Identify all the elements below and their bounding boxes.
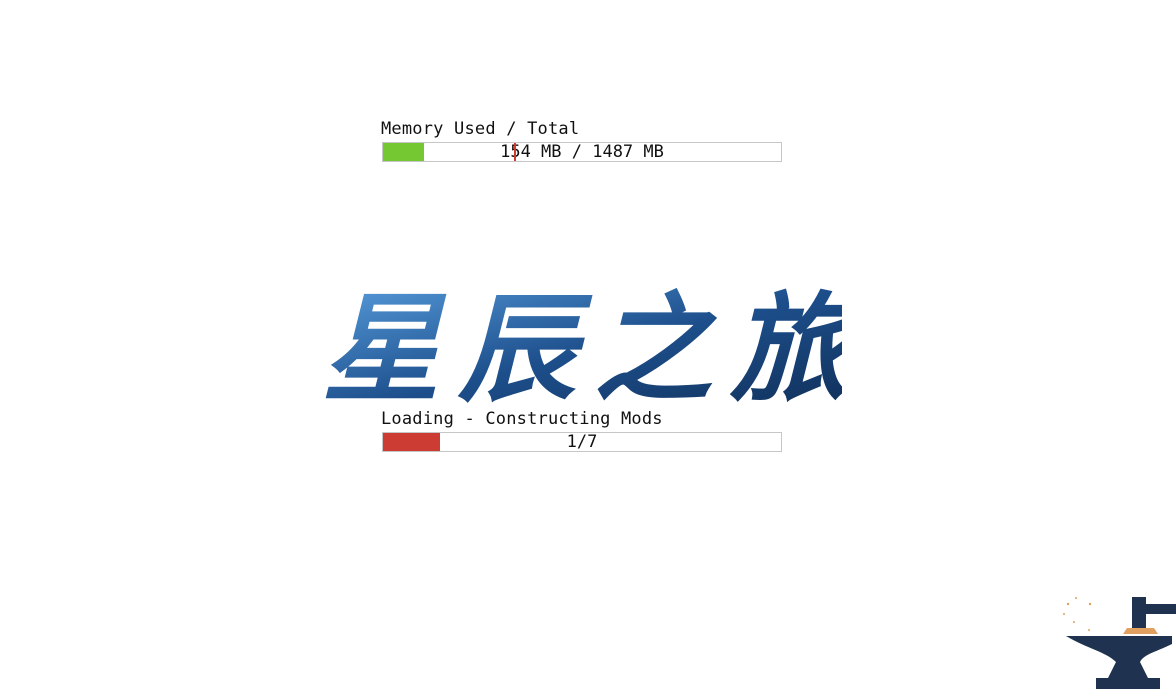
memory-bar: 154 MB / 1487 MB <box>382 142 782 162</box>
memory-value: 154 MB / 1487 MB <box>500 142 664 162</box>
mouse-cursor-icon <box>514 143 516 161</box>
loading-label: Loading - Constructing Mods <box>381 409 663 429</box>
memory-label: Memory Used / Total <box>381 119 580 139</box>
loading-value: 1/7 <box>566 432 598 452</box>
game-logo: 星辰之旅 <box>322 279 842 412</box>
loading-bar: 1/7 <box>382 432 782 452</box>
logo-text: 星辰之旅 <box>322 279 842 412</box>
forge-anvil-icon <box>1063 597 1176 689</box>
loading-screen: Memory Used / Total 154 MB / 1487 MB 星辰之… <box>0 0 1176 689</box>
